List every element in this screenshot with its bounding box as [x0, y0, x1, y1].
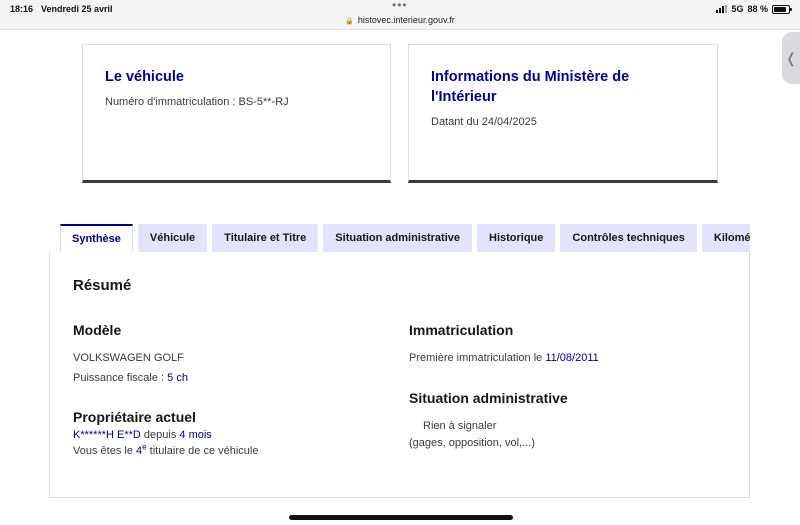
- vehicle-plate: Numéro d'immatriculation : BS-5**-RJ: [105, 96, 289, 108]
- status-bar: 18:16 Vendredi 25 avril ••• 🔒 histovec.in…: [0, 0, 800, 30]
- battery-fill: [774, 6, 787, 12]
- first-registration: Première immatriculation le 11/08/2011: [409, 352, 599, 364]
- admin-heading: Situation administrative: [409, 390, 568, 406]
- ministry-card: Informations du Ministère de l'Intérieur …: [408, 44, 718, 183]
- ministry-title-line1: Informations du Ministère de: [431, 69, 630, 85]
- signal-icon: [716, 5, 728, 13]
- admin-status: Rien à signaler: [423, 420, 497, 432]
- ministry-title-line2: l'Intérieur: [431, 89, 497, 105]
- vehicle-card: Le véhicule Numéro d'immatriculation : B…: [82, 44, 391, 183]
- tab-historique[interactable]: Historique: [477, 224, 556, 253]
- status-indicators: 5G 88 %: [716, 4, 792, 14]
- battery-icon: [772, 4, 792, 14]
- side-handle-chevron-left-icon[interactable]: ❬: [782, 32, 800, 84]
- owner-rank: Vous êtes le 4e titulaire de ce véhicule: [73, 443, 259, 457]
- tab-kilometrage[interactable]: Kilométrage: [701, 224, 750, 253]
- lock-icon: 🔒: [345, 18, 354, 25]
- owner-since-value: 4 mois: [179, 429, 212, 441]
- fiscal-power-label: Puissance fiscale :: [73, 372, 168, 384]
- owner-rank-prefix: Vous êtes le: [73, 445, 136, 457]
- ministry-card-title: Informations du Ministère de l'Intérieur: [431, 67, 695, 107]
- tab-titulaire-et-titre[interactable]: Titulaire et Titre: [212, 224, 319, 253]
- registration-heading: Immatriculation: [409, 322, 514, 338]
- fiscal-power: Puissance fiscale : 5 ch: [73, 372, 188, 384]
- ministry-date: Datant du 24/04/2025: [431, 116, 537, 128]
- status-time: 18:16: [10, 4, 34, 14]
- model-heading: Modèle: [73, 322, 122, 338]
- more-dots-icon[interactable]: •••: [392, 0, 408, 12]
- vehicle-card-title: Le véhicule: [105, 69, 184, 85]
- tab-controles-techniques[interactable]: Contrôles techniques: [560, 224, 697, 253]
- owner-line: K******H E**D depuis 4 mois: [73, 429, 212, 441]
- status-date: Vendredi 25 avril: [41, 4, 113, 14]
- owner-since-label: depuis: [140, 429, 180, 441]
- network-label: 5G: [731, 4, 744, 14]
- tab-vehicule[interactable]: Véhicule: [137, 224, 208, 253]
- battery-label: 88 %: [747, 4, 768, 14]
- owner-heading: Propriétaire actuel: [73, 409, 196, 425]
- first-registration-date: 11/08/2011: [545, 352, 599, 364]
- owner-rank-suffix: titulaire de ce véhicule: [146, 445, 259, 457]
- address-bar[interactable]: 🔒 histovec.interieur.gouv.fr: [0, 15, 800, 25]
- tab-synthese[interactable]: Synthèse: [60, 224, 133, 253]
- home-indicator[interactable]: [289, 515, 513, 520]
- owner-name: K******H E**D: [73, 429, 141, 441]
- tab-bar: Synthèse Véhicule Titulaire et Titre Sit…: [60, 224, 750, 253]
- admin-detail: (gages, opposition, vol,...): [409, 437, 535, 449]
- address-url: histovec.interieur.gouv.fr: [357, 15, 455, 25]
- tab-situation-administrative[interactable]: Situation administrative: [323, 224, 472, 253]
- first-registration-label: Première immatriculation le: [409, 352, 546, 364]
- fiscal-power-value: 5 ch: [167, 372, 188, 384]
- summary-panel: Résumé Modèle VOLKSWAGEN GOLF Puissance …: [49, 252, 750, 498]
- summary-title: Résumé: [73, 277, 132, 294]
- model-name: VOLKSWAGEN GOLF: [73, 352, 184, 364]
